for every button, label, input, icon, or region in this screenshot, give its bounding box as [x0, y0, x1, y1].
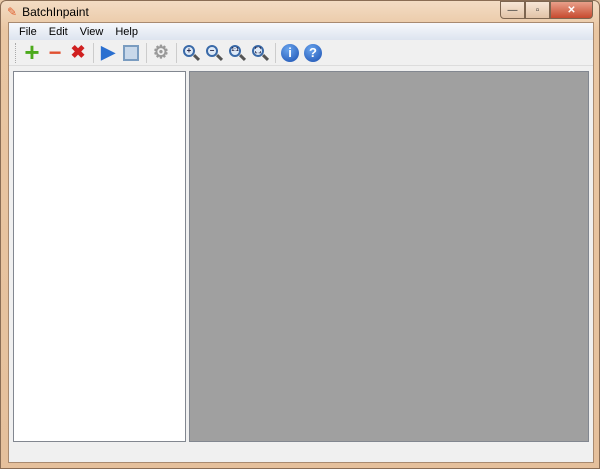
frame-icon — [123, 44, 139, 61]
maximize-button[interactable]: ▫ — [525, 1, 550, 19]
menu-edit[interactable]: Edit — [43, 26, 74, 38]
remove-file-button[interactable]: − — [44, 39, 66, 65]
add-files-button[interactable]: + — [21, 37, 43, 67]
help-button[interactable]: ? — [302, 42, 324, 64]
toolbar-grip[interactable] — [15, 42, 18, 63]
menu-help[interactable]: Help — [109, 26, 144, 38]
zoom-fit-button[interactable]: ⛶ — [249, 42, 271, 64]
plus-icon: + — [24, 37, 40, 67]
image-preview-panel[interactable] — [189, 71, 589, 442]
status-bar — [9, 442, 593, 462]
minimize-button[interactable]: — — [500, 1, 525, 19]
toolbar: + − ✖ ▶ ⚙ + − 1:1 ⛶ i ? — [9, 37, 593, 67]
zoom-out-icon: − — [205, 44, 224, 62]
zoom-fit-icon: ⛶ — [251, 44, 270, 62]
zoom-in-button[interactable]: + — [180, 42, 202, 64]
file-list-panel[interactable] — [13, 71, 186, 442]
zoom-actual-button[interactable]: 1:1 — [226, 42, 248, 64]
separator — [176, 42, 177, 63]
minus-icon: − — [48, 39, 62, 65]
separator — [275, 42, 276, 63]
clear-list-button[interactable]: ✖ — [67, 42, 89, 64]
window-title: BatchInpaint — [22, 5, 89, 19]
menu-view[interactable]: View — [74, 26, 110, 38]
help-icon: ? — [304, 43, 322, 62]
close-button[interactable]: ✕ — [550, 1, 593, 19]
info-icon: i — [281, 43, 299, 62]
menu-bar: File Edit View Help — [9, 23, 593, 40]
title-bar: ✎ BatchInpaint — [7, 4, 89, 20]
play-icon: ▶ — [101, 42, 115, 62]
x-icon: ✖ — [70, 42, 86, 62]
zoom-in-icon: + — [182, 44, 201, 62]
separator — [93, 42, 94, 63]
app-pencil-icon: ✎ — [7, 5, 18, 19]
zoom-out-button[interactable]: − — [203, 42, 225, 64]
select-mask-button[interactable] — [120, 42, 142, 64]
zoom-actual-icon: 1:1 — [228, 44, 247, 62]
app-window: ✎ BatchInpaint — ▫ ✕ File Edit View Help… — [0, 0, 600, 469]
menu-file[interactable]: File — [13, 26, 43, 38]
separator — [146, 42, 147, 63]
run-button[interactable]: ▶ — [97, 42, 119, 64]
settings-button[interactable]: ⚙ — [150, 42, 172, 64]
info-button[interactable]: i — [279, 42, 301, 64]
gear-icon: ⚙ — [152, 42, 170, 62]
client-area: File Edit View Help + − ✖ ▶ ⚙ + − 1:1 ⛶ … — [8, 22, 594, 463]
